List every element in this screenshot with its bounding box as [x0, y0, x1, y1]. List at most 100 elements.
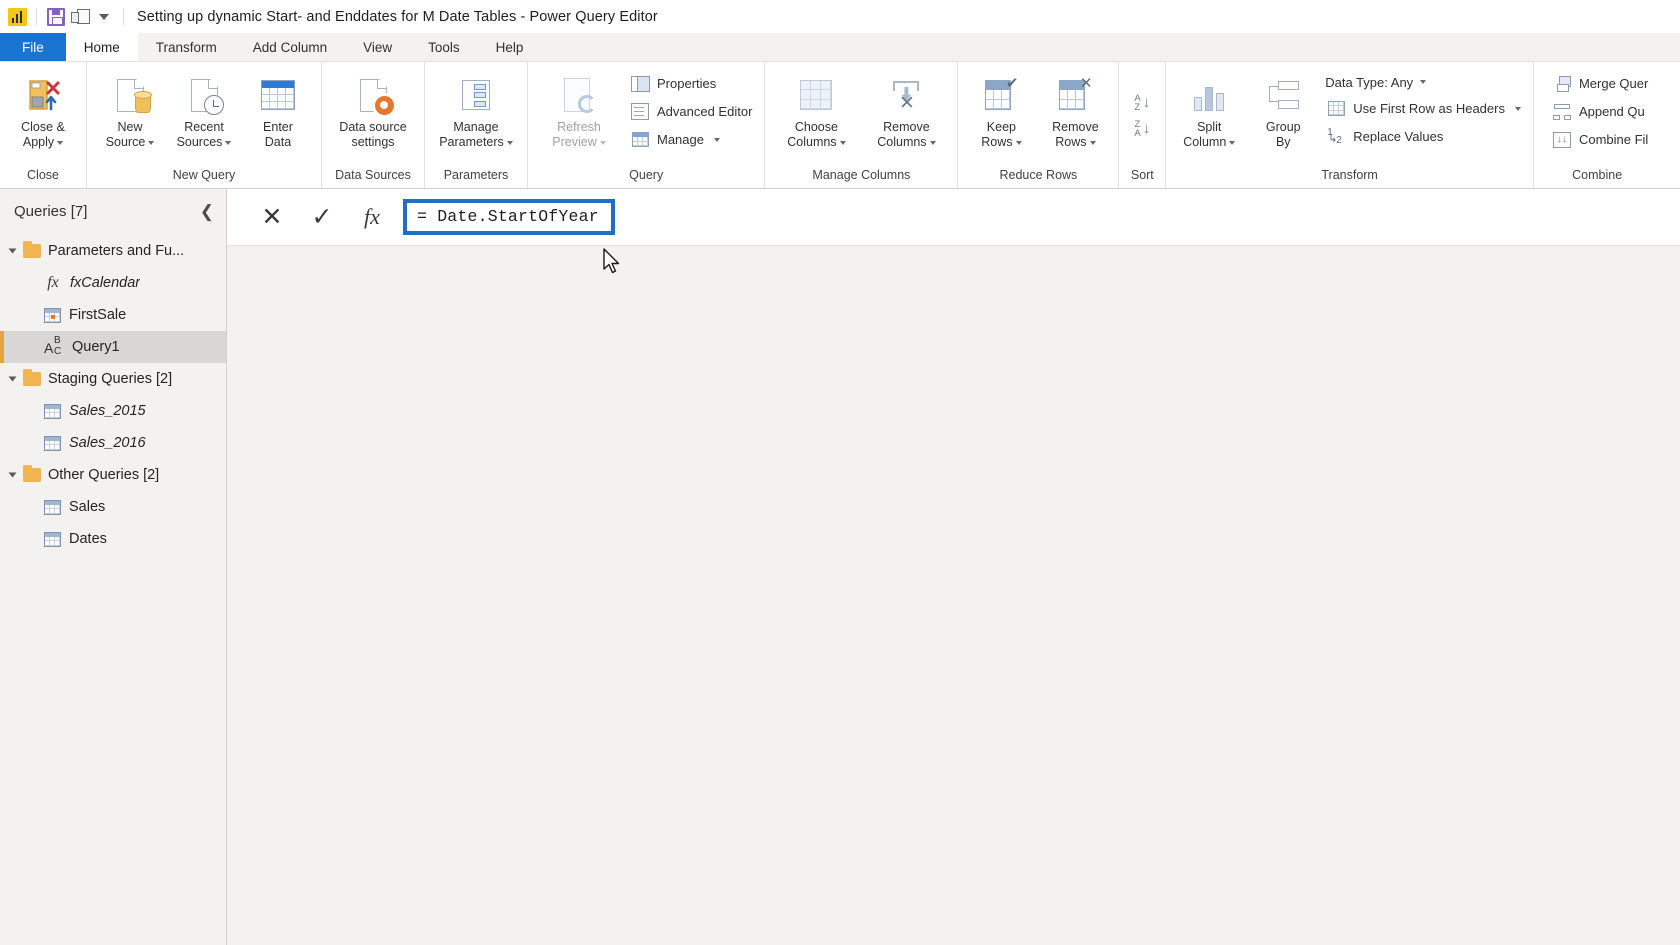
- group-by-button[interactable]: Group By: [1247, 68, 1319, 150]
- formula-bar: ✕ ✓ fx = Date.StartOfYear: [227, 189, 1680, 246]
- remove-rows-button[interactable]: ✕ Remove Rows: [1039, 68, 1111, 150]
- manage-parameters-icon: [462, 72, 490, 118]
- query-item-label: Sales_2015: [69, 403, 146, 419]
- ribbon-group-sort: AZ ↓ ZA ↓ Sort: [1118, 62, 1165, 188]
- keep-rows-label: Keep Rows: [981, 120, 1022, 150]
- query-item-row[interactable]: Dates: [0, 523, 226, 555]
- sort-descending-button[interactable]: ZA ↓: [1134, 119, 1150, 139]
- chevron-down-icon[interactable]: [1420, 80, 1427, 84]
- query-item-row[interactable]: FirstSale: [0, 299, 226, 331]
- dss-line2: settings: [351, 135, 395, 149]
- sort-descending-icon: ZA: [1134, 119, 1141, 139]
- chevron-down-icon[interactable]: [1015, 140, 1022, 145]
- tab-view[interactable]: View: [345, 33, 410, 61]
- advanced-editor-icon: [630, 102, 650, 122]
- formula-highlight-box: = Date.StartOfYear: [403, 199, 615, 235]
- tab-add-column[interactable]: Add Column: [235, 33, 345, 61]
- advanced-editor-button[interactable]: Advanced Editor: [625, 99, 757, 124]
- query-folder-row[interactable]: Staging Queries [2]: [0, 363, 226, 395]
- expand-triangle-icon[interactable]: [8, 248, 17, 254]
- data-type-label: Data Type: Any: [1325, 74, 1414, 90]
- abc-icon: ABC: [44, 335, 62, 357]
- split-column-button[interactable]: Split Column: [1173, 68, 1245, 150]
- queries-pane: Queries [7] ❮ Parameters and Fu... fx fxCa…: [0, 189, 227, 945]
- group-by-icon: [1267, 72, 1300, 118]
- choose-columns-icon: [800, 72, 833, 118]
- formula-input[interactable]: = Date.StartOfYear: [417, 207, 599, 226]
- undo-icon[interactable]: [68, 5, 92, 29]
- tab-tools[interactable]: Tools: [410, 33, 478, 61]
- ribbon-group-manage-columns: Choose Columns ✕ Remove Columns Manage C…: [764, 62, 957, 188]
- manage-button[interactable]: Manage: [625, 127, 757, 152]
- refresh-preview-button[interactable]: Refresh Preview: [535, 68, 623, 150]
- recent-sources-label: Recent Sources: [177, 120, 232, 150]
- tab-home[interactable]: Home: [65, 33, 138, 61]
- recent-sources-button[interactable]: Recent Sources: [168, 68, 240, 150]
- query-item-row[interactable]: Sales_2015: [0, 395, 226, 427]
- expand-triangle-icon[interactable]: [8, 472, 17, 478]
- chevron-down-icon[interactable]: [225, 140, 232, 145]
- fx-icon[interactable]: fx: [347, 197, 397, 237]
- customize-quick-access-chevron-down-icon[interactable]: [92, 5, 116, 29]
- chevron-down-icon[interactable]: [506, 140, 513, 145]
- chevron-down-icon[interactable]: [713, 137, 720, 142]
- query-item-row[interactable]: Sales: [0, 491, 226, 523]
- title-bar: Setting up dynamic Start- and Enddates f…: [0, 0, 1680, 33]
- group-label-query: Query: [629, 168, 664, 182]
- table-icon: [44, 435, 61, 451]
- recent-sources-line2: Sources: [176, 135, 223, 149]
- gb-line1: Group: [1265, 120, 1301, 134]
- keep-rows-button[interactable]: ✔ Keep Rows: [965, 68, 1037, 150]
- chevron-left-icon[interactable]: ❮: [200, 203, 214, 220]
- chevron-down-icon[interactable]: [1514, 106, 1521, 111]
- new-source-line1: New: [117, 120, 143, 134]
- chevron-down-icon[interactable]: [57, 140, 64, 145]
- power-query-editor-window: Setting up dynamic Start- and Enddates f…: [0, 0, 1680, 945]
- query-item-row[interactable]: fx fxCalendar: [0, 267, 226, 299]
- replace-values-button[interactable]: 1 ↳ 2 Replace Values: [1321, 124, 1526, 149]
- sort-ascending-button[interactable]: AZ ↓: [1134, 94, 1150, 113]
- chevron-down-icon[interactable]: [929, 140, 936, 145]
- checkmark-icon[interactable]: ✓: [297, 197, 347, 237]
- fx-icon: fx: [47, 274, 59, 291]
- combine-files-button[interactable]: ↓↓ Combine Fil: [1547, 127, 1653, 152]
- rc-line2: Columns: [877, 135, 927, 149]
- chevron-down-icon[interactable]: [839, 140, 846, 145]
- expand-triangle-icon[interactable]: [8, 376, 17, 382]
- tab-file[interactable]: File: [0, 33, 66, 61]
- chevron-down-icon[interactable]: [599, 140, 606, 145]
- chevron-down-icon[interactable]: [1229, 140, 1236, 145]
- enter-data-button[interactable]: Enter Data: [242, 68, 314, 150]
- ribbon-group-transform: Split Column Group By Data Type: Any Use…: [1165, 62, 1533, 188]
- group-label-close: Close: [27, 168, 59, 182]
- remove-columns-button[interactable]: ✕ Remove Columns: [862, 68, 950, 150]
- query-small-buttons: Properties Advanced Editor Manage: [625, 68, 757, 152]
- data-type-dropdown[interactable]: Data Type: Any: [1321, 71, 1526, 93]
- query-folder-row[interactable]: Other Queries [2]: [0, 459, 226, 491]
- chevron-down-icon[interactable]: [148, 140, 155, 145]
- append-queries-button[interactable]: Append Qu: [1547, 99, 1653, 124]
- query-item-label: Parameters and Fu...: [48, 243, 185, 259]
- data-source-settings-label: Data source settings: [339, 120, 406, 150]
- kr-line1: Keep: [986, 120, 1016, 134]
- manage-parameters-button[interactable]: Manage Parameters: [432, 68, 520, 150]
- properties-button[interactable]: Properties: [625, 71, 757, 96]
- query-item-row[interactable]: A B C Query1: [0, 331, 226, 363]
- close-and-apply-button[interactable]: Close & Apply: [7, 68, 79, 150]
- new-source-button[interactable]: New Source: [94, 68, 166, 150]
- cancel-icon[interactable]: ✕: [247, 197, 297, 237]
- data-source-settings-button[interactable]: Data source settings: [329, 68, 417, 150]
- query-folder-row[interactable]: Parameters and Fu...: [0, 235, 226, 267]
- combine-small-buttons: Merge Quer Append Qu ↓↓ Combine Fil: [1541, 68, 1653, 152]
- use-first-row-as-headers-button[interactable]: Use First Row as Headers: [1321, 96, 1526, 121]
- group-label-combine: Combine: [1572, 168, 1623, 182]
- query-item-row[interactable]: Sales_2016: [0, 427, 226, 459]
- save-icon[interactable]: [44, 5, 68, 29]
- query-item-label: Sales_2016: [69, 435, 146, 451]
- tab-transform[interactable]: Transform: [138, 33, 235, 61]
- merge-queries-button[interactable]: Merge Quer: [1547, 71, 1653, 96]
- chevron-down-icon[interactable]: [1089, 140, 1096, 145]
- choose-columns-label: Choose Columns: [787, 120, 846, 150]
- tab-help[interactable]: Help: [478, 33, 542, 61]
- choose-columns-button[interactable]: Choose Columns: [772, 68, 860, 150]
